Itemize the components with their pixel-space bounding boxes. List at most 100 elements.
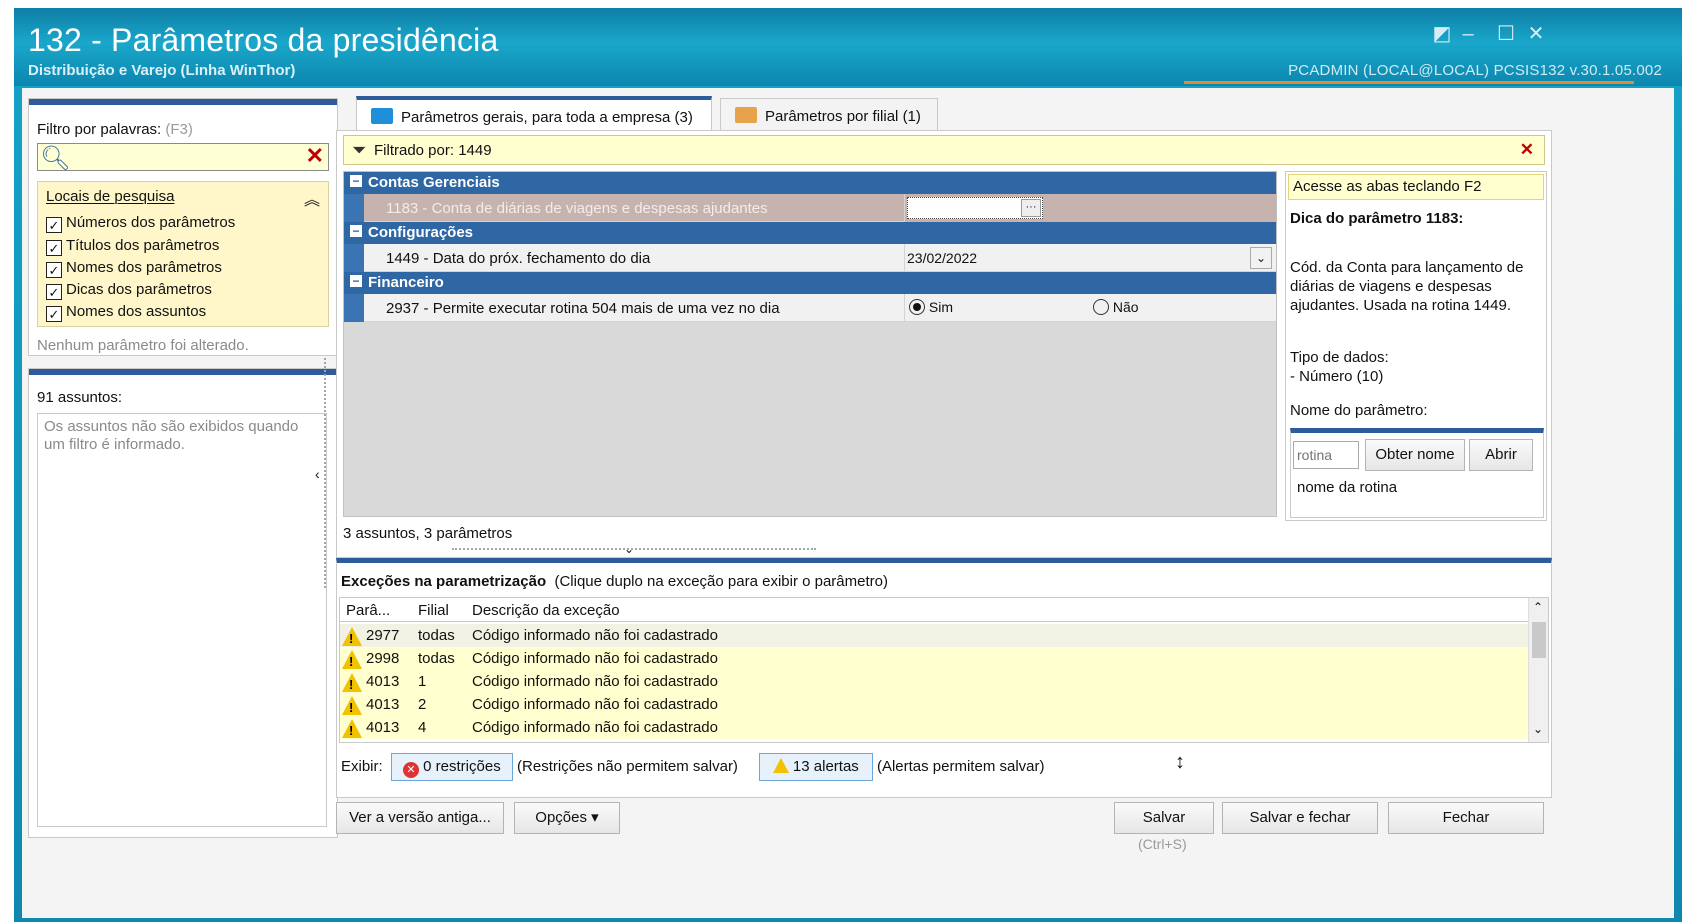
restore-icon[interactable]: ◩	[1430, 22, 1454, 46]
radio-label: Não	[1112, 299, 1139, 315]
param-row-1183[interactable]: 1183 - Conta de diárias de viagens e des…	[344, 194, 1276, 222]
fechar-button[interactable]: Fechar	[1388, 802, 1544, 834]
maximize-icon[interactable]: ☐	[1494, 22, 1518, 46]
data-type: Tipo de dados: - Número (10)	[1290, 348, 1389, 386]
group-header-financeiro[interactable]: − Financeiro	[344, 272, 1276, 294]
table-row[interactable]: ! 2998 todas Código informado não foi ca…	[340, 647, 1530, 670]
tab-content: ⏷ Filtrado por: 1449 ✕ − Contas Gerencia…	[336, 130, 1552, 558]
opcoes-button[interactable]: Opções ▾	[514, 802, 620, 834]
checkbox-dicas[interactable]: ✓ Dicas dos parâmetros	[46, 281, 212, 300]
group-header-contas[interactable]: − Contas Gerenciais	[344, 172, 1276, 194]
col-filial[interactable]: Filial	[418, 602, 449, 619]
data-type-label: Tipo de dados:	[1290, 349, 1389, 366]
checkbox-icon: ✓	[46, 240, 62, 256]
table-row[interactable]: ! 4013 2 Código informado não foi cadast…	[340, 693, 1530, 716]
clear-filter-icon[interactable]: ✕	[1520, 140, 1534, 160]
parameter-grid: − Contas Gerenciais 1183 - Conta de diár…	[343, 171, 1277, 517]
obter-nome-button[interactable]: Obter nome	[1365, 439, 1465, 471]
abrir-button[interactable]: Abrir	[1469, 439, 1533, 471]
filter-panel: Filtro por palavras: (F3) 🔍︎ ✕ Locais de…	[28, 98, 338, 356]
param-value-cell: ···	[904, 194, 1276, 222]
tab-count: (3)	[674, 109, 693, 126]
folder-icon	[735, 107, 757, 123]
scroll-up-icon[interactable]: ⌃	[1533, 600, 1543, 614]
tip-header: Acesse as abas teclando F2	[1288, 174, 1544, 200]
col-param[interactable]: Parâ...	[346, 602, 390, 619]
subjects-count: 91 assuntos:	[37, 389, 123, 406]
param-row-2937[interactable]: 2937 - Permite executar rotina 504 mais …	[344, 294, 1276, 322]
checkbox-icon: ✓	[46, 306, 62, 322]
group-header-configuracoes[interactable]: − Configurações	[344, 222, 1276, 244]
scroll-down-icon[interactable]: ⌄	[1533, 722, 1543, 736]
checkbox-titulos[interactable]: ✓ Títulos dos parâmetros	[46, 237, 219, 256]
col-descricao[interactable]: Descrição da exceção	[472, 602, 620, 619]
tab-label-text: Parâmetros gerais, para toda a empresa	[401, 109, 671, 126]
close-icon[interactable]: ✕	[1524, 22, 1548, 46]
rotina-input[interactable]	[1293, 441, 1359, 469]
checkbox-icon: ✓	[46, 262, 62, 278]
table-row[interactable]: ! 4013 1 Código informado não foi cadast…	[340, 670, 1530, 693]
checkbox-nomes[interactable]: ✓ Nomes dos parâmetros	[46, 259, 222, 278]
minimize-icon[interactable]: –	[1456, 22, 1480, 46]
filter-shortcut-hint: (F3)	[165, 121, 193, 138]
salvar-fechar-button[interactable]: Salvar e fechar	[1222, 802, 1378, 834]
row-desc: Código informado não foi cadastrado	[472, 673, 718, 690]
radio-unchecked-icon	[1093, 299, 1109, 315]
table-row[interactable]: ! 2977 todas Código informado não foi ca…	[340, 624, 1530, 647]
table-header: Parâ... Filial Descrição da exceção	[340, 598, 1530, 622]
account-code-input[interactable]: ···	[907, 197, 1043, 219]
chevron-down-icon[interactable]: ⌄	[624, 542, 634, 556]
subjects-panel: 91 assuntos: Os assuntos não são exibido…	[28, 368, 338, 838]
window-subtitle: Distribuição e Varejo (Linha WinThor)	[28, 62, 296, 79]
param-text: 2937 - Permite executar rotina 504 mais …	[386, 300, 780, 317]
ver-versao-antiga-button[interactable]: Ver a versão antiga...	[336, 802, 504, 834]
search-locations-box: Locais de pesquisa ︽ ✓ Números dos parâme…	[37, 181, 329, 327]
date-field[interactable]: 23/02/2022 ⌄	[904, 244, 1276, 272]
radio-sim[interactable]: Sim	[909, 299, 953, 315]
restricoes-button[interactable]: ✕ 0 restrições	[390, 753, 513, 781]
row-filial: 4	[418, 719, 427, 736]
warning-icon: !	[342, 650, 362, 669]
ellipsis-button[interactable]: ···	[1021, 199, 1041, 217]
checkbox-label: Dicas dos parâmetros	[66, 281, 212, 298]
row-indicator	[344, 294, 364, 322]
salvar-button[interactable]: Salvar	[1114, 802, 1214, 834]
warning-icon: !	[342, 696, 362, 715]
group-title: Contas Gerenciais	[368, 174, 500, 191]
chevron-down-icon[interactable]: ⌄	[1250, 247, 1272, 269]
tab-parametros-filial[interactable]: Parâmetros por filial (1)	[720, 98, 938, 130]
tab-label-text: Parâmetros por filial	[765, 108, 899, 125]
tab-parametros-gerais[interactable]: Parâmetros gerais, para toda a empresa (…	[356, 96, 712, 132]
alertas-button[interactable]: 13 alertas	[758, 753, 873, 781]
collapse-group-icon[interactable]: −	[350, 225, 362, 237]
vertical-scrollbar[interactable]: ⌃ ⌄	[1528, 598, 1548, 742]
collapse-icon[interactable]: ︽	[304, 186, 320, 210]
checkbox-assuntos[interactable]: ✓ Nomes dos assuntos	[46, 303, 206, 322]
rotina-name: nome da rotina	[1297, 479, 1398, 496]
radio-dot	[913, 303, 921, 311]
collapse-group-icon[interactable]: −	[350, 175, 362, 187]
param-row-1449[interactable]: 1449 - Data do próx. fechamento do dia 2…	[344, 244, 1276, 272]
grid-summary: 3 assuntos, 3 parâmetros	[343, 525, 513, 542]
title-bar: 132 - Parâmetros da presidência Distribu…	[14, 8, 1682, 86]
radio-nao[interactable]: Não	[1093, 299, 1139, 315]
search-input[interactable]: 🔍︎ ✕	[37, 143, 329, 172]
chevron-left-icon[interactable]: ‹	[315, 466, 320, 482]
table-row[interactable]: ! 4013 4 Código informado não foi cadast…	[340, 716, 1530, 739]
clear-search-icon[interactable]: ✕	[306, 143, 324, 169]
tip-panel: Acesse as abas teclando F2 Dica do parâm…	[1285, 171, 1547, 521]
filter-label: Filtro por palavras: (F3)	[37, 121, 193, 138]
salvar-shortcut: (Ctrl+S)	[1138, 836, 1187, 852]
vertical-splitter[interactable]	[324, 358, 334, 588]
row-filial: 1	[418, 673, 427, 690]
scroll-thumb[interactable]	[1532, 622, 1546, 658]
row-filial: 2	[418, 696, 427, 713]
checkbox-numeros[interactable]: ✓ Números dos parâmetros	[46, 214, 235, 233]
warning-icon: !	[342, 719, 362, 738]
checkbox-label: Nomes dos parâmetros	[66, 259, 222, 276]
funnel-icon: ⏷	[352, 140, 367, 160]
collapse-group-icon[interactable]: −	[350, 275, 362, 287]
panel-accent-bar	[29, 99, 337, 105]
subjects-list[interactable]: Os assuntos não são exibidos quando um f…	[37, 413, 327, 827]
horizontal-splitter[interactable]: ⌄	[452, 542, 816, 556]
